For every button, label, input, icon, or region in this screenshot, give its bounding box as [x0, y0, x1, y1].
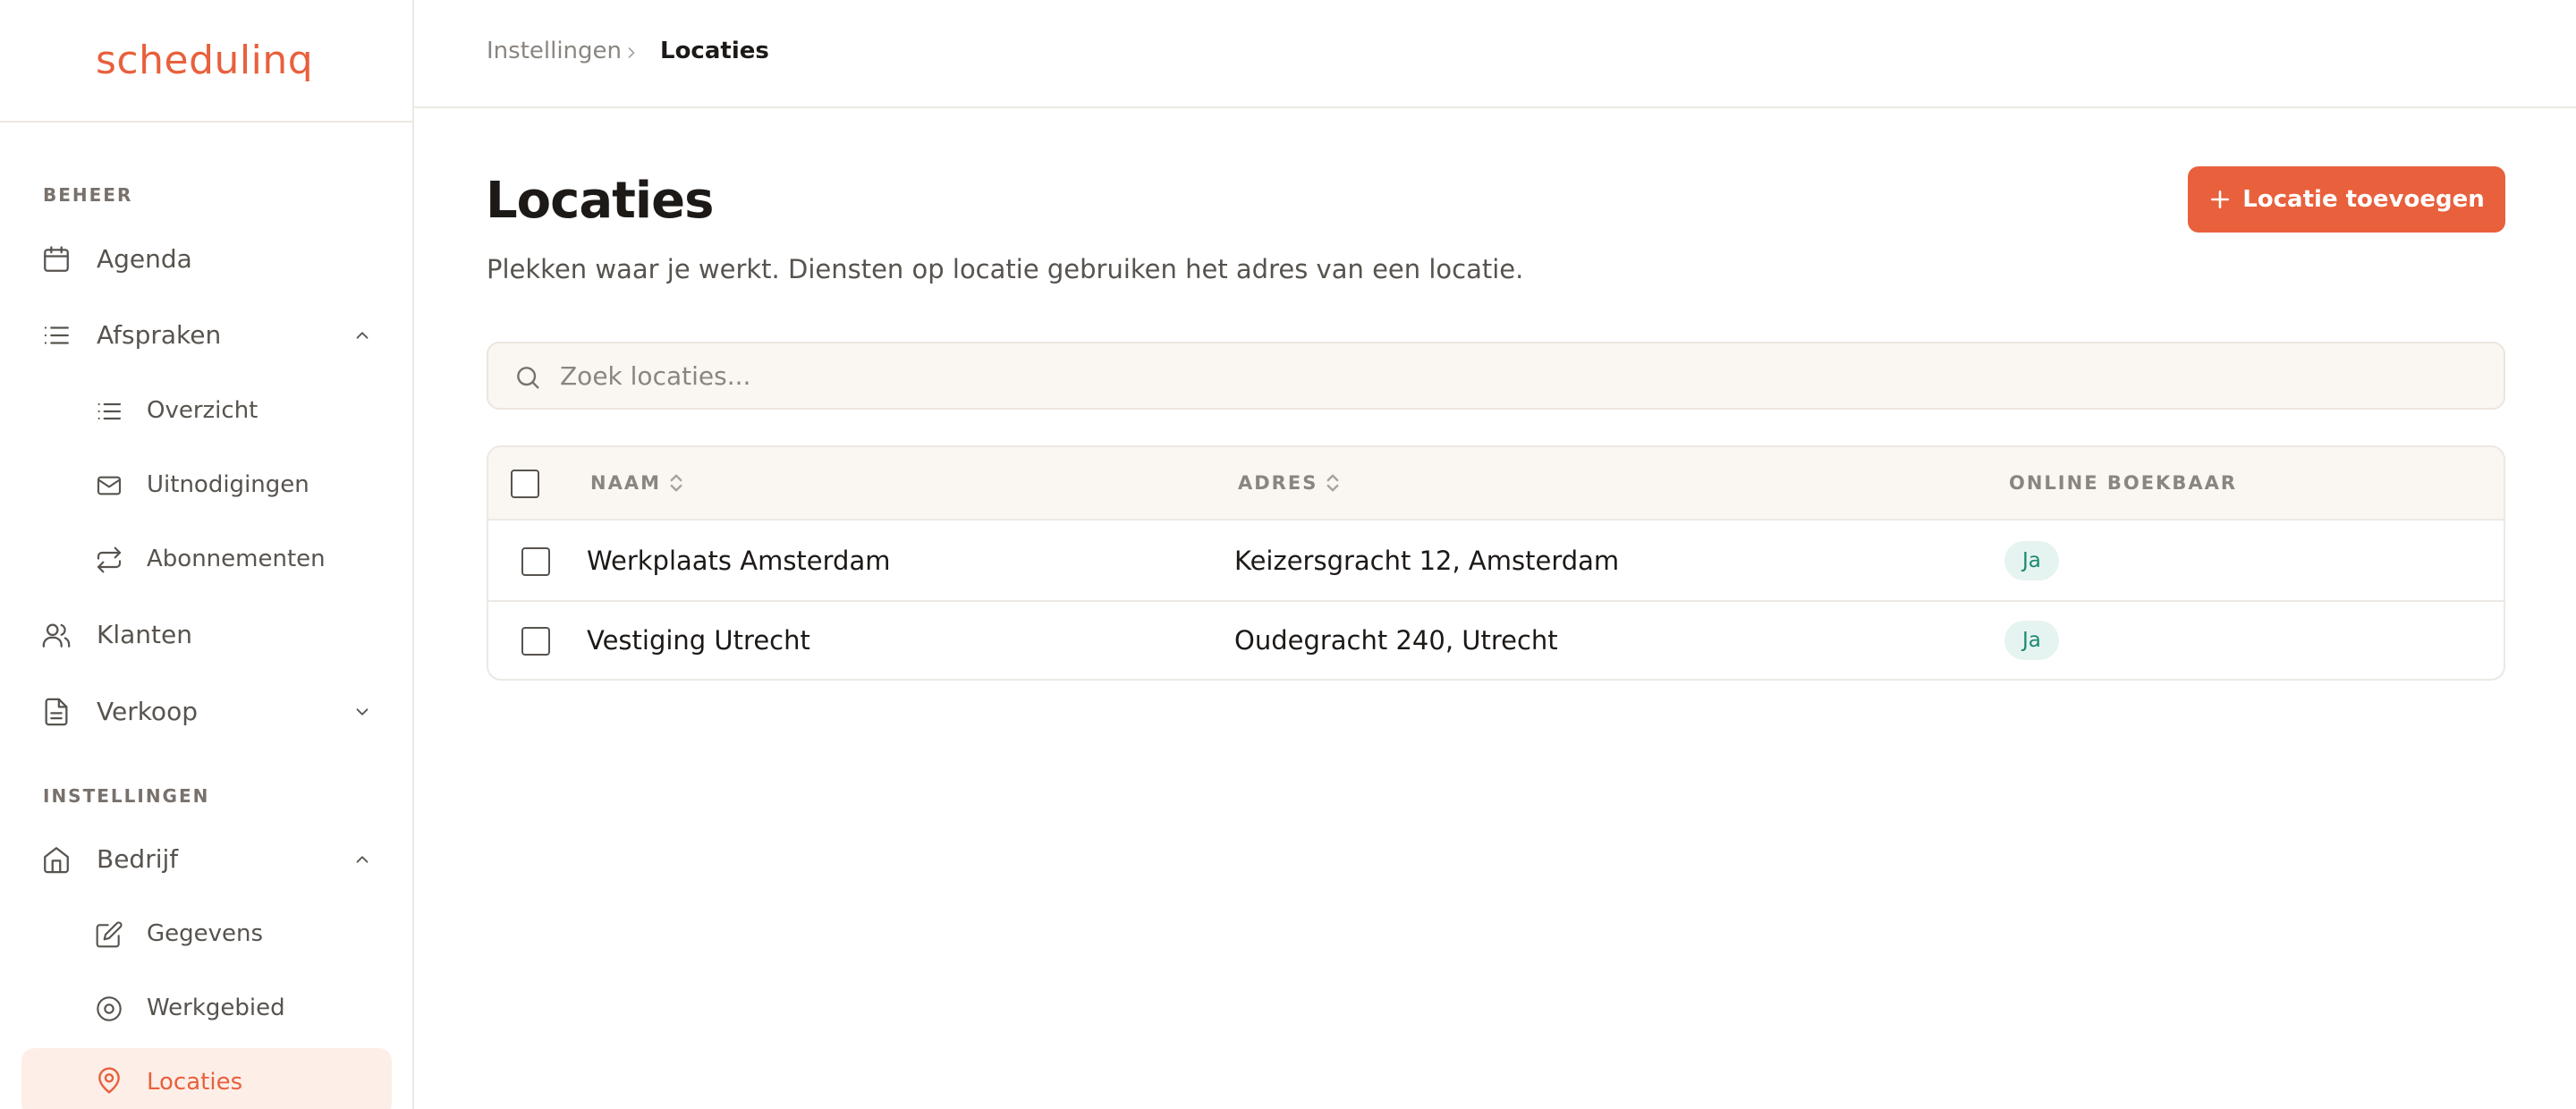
sidebar-item-label: Afspraken	[97, 319, 222, 350]
column-header-label: NAAM	[590, 472, 661, 494]
table-row[interactable]: Werkplaats Amsterdam Keizersgracht 12, A…	[488, 521, 2504, 600]
sort-icon	[1325, 472, 1341, 494]
chevron-up-icon[interactable]	[352, 326, 372, 345]
cell-adres: Oudegracht 240, Utrecht	[1234, 625, 1558, 656]
search-input[interactable]	[560, 356, 2438, 395]
app-window: schedulinq BEHEER Agenda Afspraken Overz…	[0, 0, 2576, 1109]
sidebar-item-afspraken[interactable]: Afspraken	[21, 304, 392, 365]
list-icon	[41, 320, 72, 351]
document-icon	[41, 697, 72, 727]
sidebar-item-klanten[interactable]: Klanten	[21, 604, 392, 665]
section-label-beheer: BEHEER	[43, 184, 133, 206]
calendar-icon	[41, 244, 72, 275]
sidebar: schedulinq BEHEER Agenda Afspraken Overz…	[0, 0, 414, 1109]
sidebar-item-label: Verkoop	[97, 696, 198, 726]
sidebar-item-werkgebied[interactable]: Werkgebied	[21, 978, 392, 1038]
column-header-online-boekbaar: ONLINE BOEKBAAR	[2009, 472, 2237, 494]
sort-icon	[668, 472, 684, 494]
sidebar-item-locaties[interactable]: Locaties	[21, 1048, 392, 1109]
page-subtitle: Plekken waar je werkt. Diensten op locat…	[487, 254, 1524, 284]
sidebar-item-verkoop[interactable]: Verkoop	[21, 681, 392, 741]
table-header: NAAM ADRES ONLINE BOEKBAAR	[488, 447, 2504, 521]
row-checkbox[interactable]	[521, 547, 550, 576]
target-icon	[95, 995, 123, 1023]
mail-icon	[95, 471, 123, 500]
status-badge: Ja	[2004, 541, 2059, 580]
sidebar-item-abonnementen[interactable]: Abonnementen	[21, 529, 392, 589]
chevron-right-icon	[623, 44, 640, 62]
section-label-instellingen: INSTELLINGEN	[43, 785, 210, 807]
sidebar-item-bedrijf[interactable]: Bedrijf	[21, 828, 392, 889]
cell-adres: Keizersgracht 12, Amsterdam	[1234, 546, 1620, 576]
plus-icon	[2208, 188, 2232, 211]
list-icon	[95, 397, 123, 426]
sidebar-item-label: Gegevens	[147, 920, 264, 947]
sidebar-item-label: Werkgebied	[147, 995, 285, 1021]
chevron-down-icon[interactable]	[352, 702, 372, 722]
page-title: Locaties	[486, 172, 714, 230]
status-badge: Ja	[2004, 621, 2059, 660]
logo[interactable]: schedulinq	[96, 38, 313, 83]
cell-naam: Vestiging Utrecht	[587, 625, 810, 656]
sidebar-item-label: Agenda	[97, 243, 192, 274]
chevron-up-icon[interactable]	[352, 850, 372, 869]
sidebar-item-label: Uitnodigingen	[147, 471, 309, 498]
sidebar-item-label: Abonnementen	[147, 546, 326, 572]
column-header-naam[interactable]: NAAM	[590, 472, 684, 494]
sidebar-item-label: Bedrijf	[97, 843, 179, 874]
row-checkbox[interactable]	[521, 627, 550, 656]
breadcrumb-parent-link[interactable]: Instellingen	[487, 38, 622, 64]
column-header-adres[interactable]: ADRES	[1238, 472, 1341, 494]
table-row[interactable]: Vestiging Utrecht Oudegracht 240, Utrech…	[488, 600, 2504, 679]
search-box	[487, 342, 2505, 410]
sidebar-item-label: Overzicht	[147, 397, 258, 424]
locations-table: NAAM ADRES ONLINE BOEKBAAR Werkplaats Am…	[487, 445, 2505, 681]
select-all-checkbox[interactable]	[511, 470, 539, 498]
column-header-label: ONLINE BOEKBAAR	[2009, 472, 2238, 494]
edit-icon	[95, 920, 123, 949]
sidebar-item-gegevens[interactable]: Gegevens	[21, 903, 392, 964]
add-location-button[interactable]: Locatie toevoegen	[2188, 166, 2505, 233]
users-icon	[41, 620, 72, 650]
search-icon	[513, 363, 542, 392]
sidebar-item-overzicht[interactable]: Overzicht	[21, 380, 392, 441]
logo-area: schedulinq	[0, 0, 412, 123]
breadcrumb-current: Locaties	[660, 38, 769, 64]
topbar: Instellingen Locaties	[414, 0, 2576, 108]
cell-naam: Werkplaats Amsterdam	[587, 546, 891, 576]
add-location-button-label: Locatie toevoegen	[2242, 186, 2485, 213]
sidebar-item-label: Locaties	[147, 1069, 243, 1096]
sidebar-item-agenda[interactable]: Agenda	[21, 228, 392, 289]
home-icon	[41, 844, 72, 875]
column-header-label: ADRES	[1238, 472, 1318, 494]
repeat-icon	[95, 546, 123, 574]
sidebar-item-uitnodigingen[interactable]: Uitnodigingen	[21, 454, 392, 515]
map-pin-icon	[95, 1066, 123, 1095]
sidebar-item-label: Klanten	[97, 619, 192, 649]
